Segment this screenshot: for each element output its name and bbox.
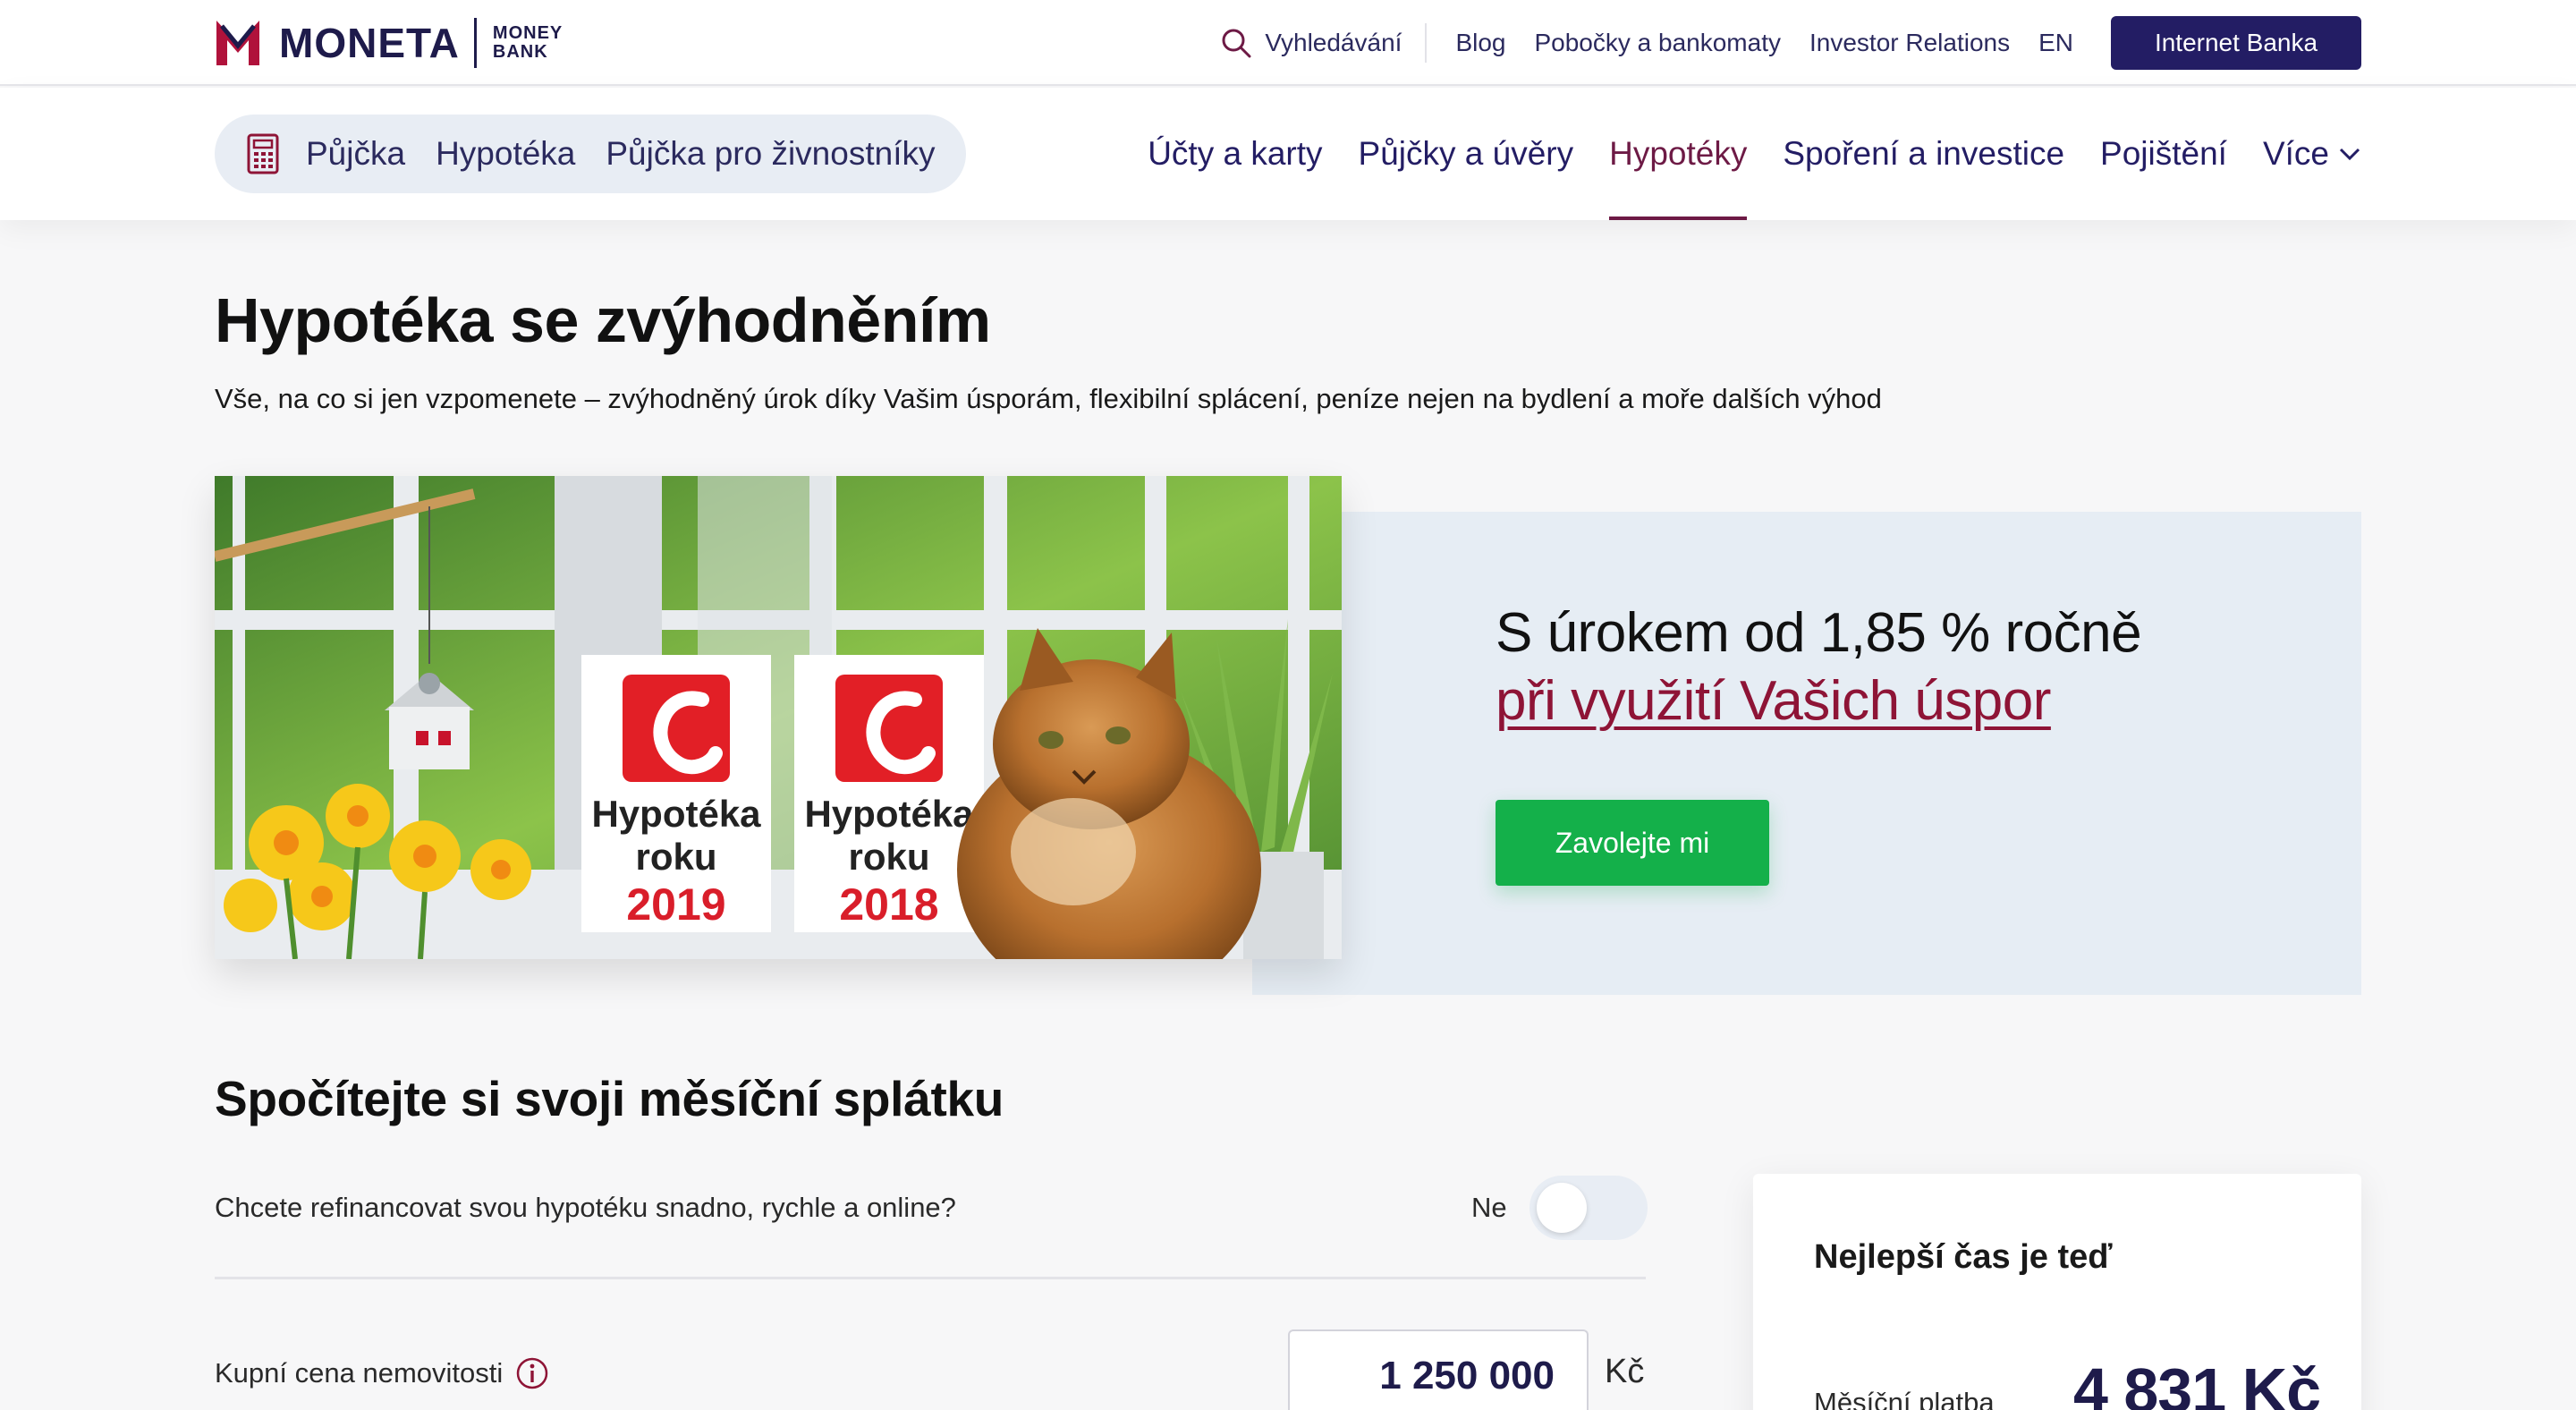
nav-ucty-a-karty[interactable]: Účty a karty bbox=[1148, 88, 1322, 220]
badge-2018-line2: roku bbox=[848, 836, 929, 878]
nav-vice-label: Více bbox=[2262, 135, 2329, 172]
utility-nav: Vyhledávání Blog Pobočky a bankomaty Inv… bbox=[1220, 16, 2361, 70]
page-title: Hypotéka se zvýhodněním bbox=[215, 285, 991, 355]
top-bar: MONETA MONEY BANK Vyhledávání Blog Poboč… bbox=[0, 0, 2576, 86]
quicklink-pujcka[interactable]: Půjčka bbox=[306, 135, 405, 173]
call-me-button[interactable]: Zavolejte mi bbox=[1496, 800, 1769, 886]
refinance-question: Chcete refinancovat svou hypotéku snadno… bbox=[215, 1192, 956, 1223]
page-lead: Vše, na co si jen vzpomenete – zvýhodněn… bbox=[215, 383, 1882, 414]
price-input[interactable]: 1 250 000 bbox=[1288, 1329, 1589, 1410]
brand-sub: MONEY BANK bbox=[493, 24, 563, 62]
branches-link[interactable]: Pobočky a bankomaty bbox=[1534, 29, 1781, 57]
promo-panel bbox=[1252, 512, 2361, 995]
quick-links-pill: Půjčka Hypotéka Půjčka pro živnostníky bbox=[215, 115, 966, 193]
badge-2019-line1: Hypotéka bbox=[591, 793, 761, 835]
summary-title: Nejlepší čas je teď bbox=[1814, 1238, 2113, 1276]
internet-bank-button[interactable]: Internet Banka bbox=[2111, 16, 2361, 70]
promo-image: Hypotéka roku 2019 Hypotéka roku 2018 bbox=[215, 476, 1342, 959]
main-nav-menu: Účty a karty Půjčky a úvěry Hypotéky Spo… bbox=[1112, 88, 2361, 220]
nav-sporeni-a-investice[interactable]: Spoření a investice bbox=[1783, 88, 2064, 220]
monthly-payment-value: 4 831 Kč bbox=[2073, 1355, 2321, 1410]
promo-illustration: Hypotéka roku 2019 Hypotéka roku 2018 bbox=[215, 476, 1342, 959]
brand-sub-line2: BANK bbox=[492, 42, 548, 62]
badge-2019: Hypotéka roku 2019 bbox=[581, 655, 771, 932]
investor-relations-link[interactable]: Investor Relations bbox=[1809, 29, 2010, 57]
search-label: Vyhledávání bbox=[1265, 29, 1402, 56]
brand-name: MONETA bbox=[279, 20, 460, 66]
info-icon[interactable] bbox=[515, 1356, 549, 1390]
summary-card: Nejlepší čas je teď Měsíční platba 4 831… bbox=[1753, 1174, 2361, 1410]
promo-savings-link[interactable]: při využití Vašich úspor bbox=[1496, 669, 2051, 733]
refinance-answer: Ne bbox=[1471, 1192, 1507, 1223]
price-unit: Kč bbox=[1605, 1353, 1645, 1390]
chevron-down-icon bbox=[2339, 148, 2360, 161]
toggle-knob bbox=[1537, 1183, 1587, 1233]
nav-hypoteky[interactable]: Hypotéky bbox=[1609, 88, 1748, 220]
refinance-row: Chcete refinancovat svou hypotéku snadno… bbox=[215, 1172, 1648, 1279]
badge-2018: Hypotéka roku 2018 bbox=[794, 655, 984, 932]
nav-pujcky-a-uvery[interactable]: Půjčky a úvěry bbox=[1359, 88, 1574, 220]
logo-divider bbox=[473, 18, 477, 68]
quicklink-pujcka-zivnostniky[interactable]: Půjčka pro živnostníky bbox=[606, 135, 935, 173]
moneta-logo[interactable]: MONETA MONEY BANK bbox=[213, 16, 563, 70]
promo-rate: S úrokem od 1,85 % ročně bbox=[1496, 602, 2142, 664]
language-en-link[interactable]: EN bbox=[2038, 29, 2073, 57]
calculator-title: Spočítejte si svoji měsíční splátku bbox=[215, 1071, 1004, 1126]
badge-2019-year: 2019 bbox=[626, 879, 725, 930]
refinance-toggle[interactable] bbox=[1530, 1176, 1648, 1240]
monthly-payment-label: Měsíční platba bbox=[1814, 1387, 1995, 1410]
search-link[interactable]: Vyhledávání bbox=[1220, 23, 1428, 63]
main-navbar: Půjčka Hypotéka Půjčka pro živnostníky Ú… bbox=[0, 88, 2576, 220]
badge-2019-line2: roku bbox=[635, 836, 716, 878]
nav-pojisteni[interactable]: Pojištění bbox=[2100, 88, 2227, 220]
nav-vice[interactable]: Více bbox=[2263, 88, 2361, 220]
calculator-icon[interactable] bbox=[247, 133, 279, 174]
badge-2018-year: 2018 bbox=[839, 879, 938, 930]
badge-2018-line1: Hypotéka bbox=[804, 793, 974, 835]
blog-link[interactable]: Blog bbox=[1455, 29, 1505, 57]
brand-sub-line1: MONEY bbox=[492, 23, 564, 43]
price-label-row: Kupní cena nemovitosti bbox=[215, 1356, 549, 1390]
quicklink-hypoteka[interactable]: Hypotéka bbox=[436, 135, 575, 173]
search-icon bbox=[1222, 29, 1251, 58]
price-label: Kupní cena nemovitosti bbox=[215, 1357, 504, 1389]
moneta-m-icon bbox=[216, 21, 259, 65]
